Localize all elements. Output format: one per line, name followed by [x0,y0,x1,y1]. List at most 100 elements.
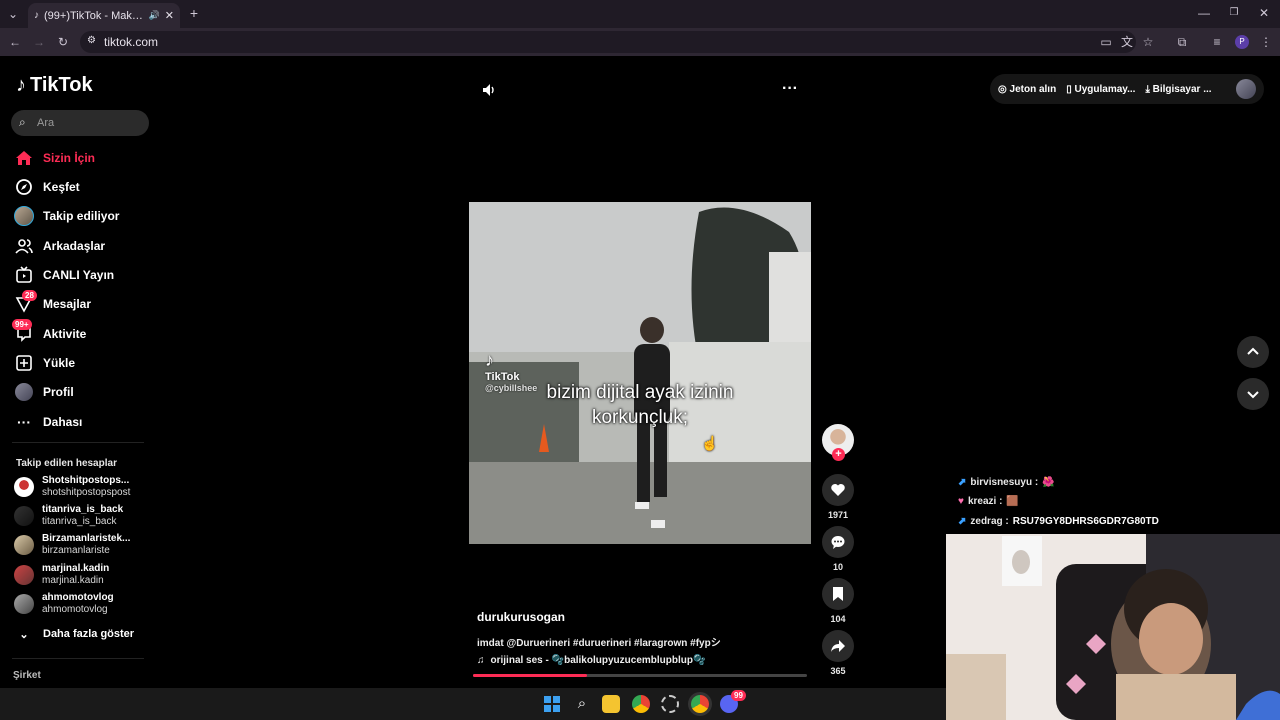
translate-icon[interactable]: 文 [1119,35,1135,49]
video-author[interactable]: durukurusogan [477,610,565,624]
account-username: marjinal.kadin [42,575,104,586]
coins-label: Jeton alın [1009,83,1057,95]
address-bar-row: ← → ↻ ⚙ tiktok.com ▭ 文 ☆ ⧉ ≡ P ⋮ [0,28,1280,56]
nav-live[interactable]: CANLI Yayın [14,264,114,286]
search-icon[interactable]: ⌕ [573,695,591,713]
previous-video-button[interactable] [1237,336,1269,368]
show-more-button[interactable]: ⌄ Daha fazla göster [14,623,134,645]
following-account[interactable]: Birzamanlaristek... birzamanlariste [14,532,130,558]
new-tab-icon[interactable]: + [186,6,202,20]
webcam-overlay [946,534,1280,720]
comment-button[interactable]: 10 [822,526,854,572]
heart-icon [822,474,854,506]
nav-label: Sizin İçin [43,151,96,165]
reload-icon[interactable]: ↻ [55,35,71,49]
account-username: shotshitpostopspost [42,487,131,498]
nav-for-you[interactable]: Sizin İçin [14,147,95,169]
nav-messages[interactable]: 28 Mesajlar [14,290,91,315]
tab-close-icon[interactable]: ✕ [165,9,174,22]
tab-list-icon[interactable]: ⌄ [5,7,21,21]
url-text: tiktok.com [104,35,159,49]
back-icon[interactable]: ← [7,35,23,49]
following-account[interactable]: ahmomotovlog ahmomotovlog [14,591,114,617]
discord-icon[interactable]: 99 [720,690,746,713]
upload-icon [14,353,34,373]
search-placeholder: Ara [37,117,55,129]
chat-message: ⬈ zedrag : RSU79GY8DHRS6GDR7G80TD [958,516,1159,527]
browser-menu-icon[interactable]: ⋮ [1258,35,1274,49]
url-field[interactable]: ⚙ tiktok.com [80,31,1136,53]
account-avatar [14,535,34,555]
nav-explore[interactable]: Keşfet [14,176,80,198]
author-avatar-button[interactable]: + [822,424,854,461]
following-account[interactable]: marjinal.kadin marjinal.kadin [14,562,109,588]
nav-label: Aktivite [43,327,87,341]
account-avatar [14,477,34,497]
app-icon[interactable] [661,695,679,713]
chat-user: birvisnesuyu : [970,477,1039,488]
browser-tab-bar: ⌄ ♪ (99+)TikTok - Make Your Da 🔊 ✕ + — ❐… [0,0,1280,28]
close-window-icon[interactable]: ✕ [1256,6,1272,20]
following-account[interactable]: titanriva_is_back titanriva_is_back [14,503,123,529]
share-button[interactable]: 365 [822,630,854,676]
nav-profile[interactable]: Profil [14,381,74,403]
chat-user: zedrag : [970,516,1009,527]
follow-plus-icon[interactable]: + [832,448,845,461]
account-avatar [14,565,34,585]
chrome-icon[interactable] [632,695,650,713]
chat-message: ⬈ birvisnesuyu : 🌺 [958,477,1055,488]
account-avatar [14,506,34,526]
get-app-button[interactable]: ▯ Uygulamay... [1066,84,1135,95]
restore-icon[interactable]: ❐ [1226,6,1242,20]
site-info-icon[interactable]: ⚙ [87,35,96,46]
comment-icon [822,526,854,558]
cast-icon[interactable]: ▭ [1098,35,1114,49]
profile-avatar-icon [14,382,34,402]
account-name: marjinal.kadin [42,563,110,574]
video-progress-bar[interactable] [473,674,807,677]
desktop-app-button[interactable]: ⤓ Bilgisayar ... [1145,84,1211,95]
nav-upload[interactable]: Yükle [14,352,75,374]
chevron-down-icon: ⌄ [19,628,29,641]
nav-more[interactable]: ··· Dahası [14,411,82,433]
user-avatar[interactable] [1236,79,1256,99]
account-username: titanriva_is_back [42,516,117,527]
cursor-hand-icon: ☝ [701,435,719,451]
reading-list-icon[interactable]: ≡ [1209,35,1225,49]
app-label: Uygulamay... [1074,83,1136,95]
video-player[interactable]: ♪ TikTok @cybillshee bizim dijital ayak … [469,202,811,544]
bookmark-star-icon[interactable]: ☆ [1140,35,1156,49]
compass-icon [14,177,34,197]
chat-badge-icon: ♥ [958,496,964,507]
tiktok-note-icon: ♪ [485,350,494,370]
nav-friends[interactable]: Arkadaşlar [14,235,105,257]
file-explorer-icon[interactable] [602,695,620,713]
account-name: titanriva_is_back [42,504,124,515]
more-options-icon[interactable]: ··· [782,80,798,98]
windows-start-icon[interactable] [543,695,561,713]
get-coins-button[interactable]: ◎ Jeton alın [998,84,1056,95]
profile-avatar-icon[interactable]: P [1235,35,1249,49]
like-button[interactable]: 1971 [822,474,854,520]
webcam-frame [946,534,1280,720]
chrome-active-icon[interactable] [691,695,709,713]
next-video-button[interactable] [1237,378,1269,410]
nav-label: Dahası [43,415,83,429]
tiktok-logo[interactable]: ♪ TikTok [16,74,93,97]
search-input[interactable]: ⌕ Ara [11,110,149,136]
browser-tab[interactable]: ♪ (99+)TikTok - Make Your Da 🔊 ✕ [28,3,180,28]
following-account[interactable]: Shotshitpostops... shotshitpostopspost [14,474,130,500]
company-link[interactable]: Şirket [13,670,41,681]
forward-icon[interactable]: → [31,35,47,49]
nav-label: Keşfet [43,180,80,194]
nav-following[interactable]: Takip ediliyor [14,205,119,227]
music-link[interactable]: ♫ orijinal ses - 🫧balikolupyuzucemblupbl… [477,655,705,666]
save-button[interactable]: 104 [822,578,854,624]
tab-audio-icon[interactable]: 🔊 [149,10,160,21]
nav-activity[interactable]: 99+ Aktivite [12,319,87,345]
account-avatar [14,594,34,614]
minimize-icon[interactable]: — [1196,6,1212,20]
volume-icon[interactable] [481,82,497,103]
nav-label: Takip ediliyor [43,209,120,223]
extensions-icon[interactable]: ⧉ [1174,35,1190,49]
